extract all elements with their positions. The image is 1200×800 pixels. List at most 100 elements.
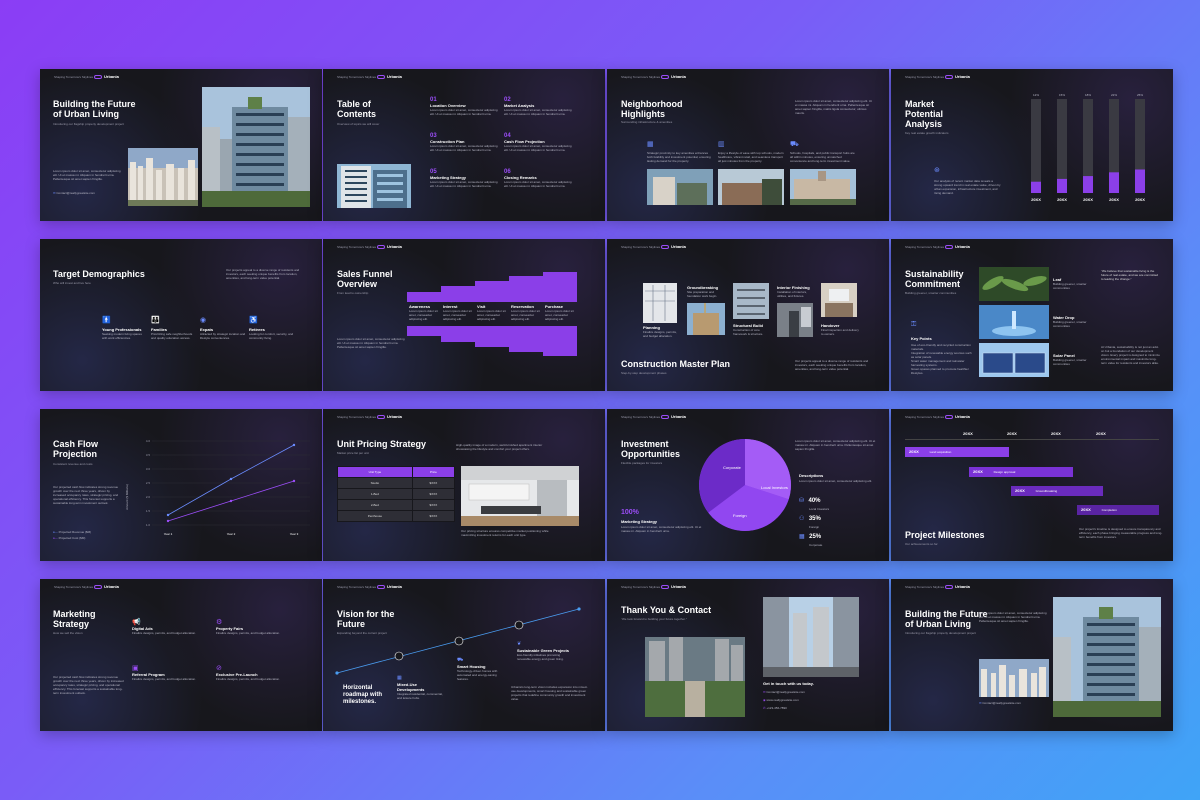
- funnel-bar: [475, 281, 509, 302]
- slide-target-demographics[interactable]: Target Demographics Who will invest and …: [40, 239, 322, 391]
- brand: Urbania: [661, 584, 686, 589]
- plan-step[interactable]: Groundbreaking Site preparation and foun…: [687, 285, 727, 298]
- slide-subtitle: “We look forward to building your future…: [621, 617, 687, 621]
- slide-vision-future[interactable]: Shaping Tomorrow's Skylines Urbania Visi…: [323, 579, 605, 731]
- funnel-stage[interactable]: Awareness Lorem ipsum dolor sit amet, co…: [409, 304, 439, 321]
- structure-image: [733, 283, 769, 319]
- tower-svg: [1053, 597, 1161, 717]
- plan-step[interactable]: Planning Finalize designs, permits, and …: [643, 325, 679, 338]
- funnel-stage[interactable]: Visit Lorem ipsum dolor sit amet, consea…: [477, 304, 507, 321]
- brand-name: Urbania: [955, 244, 970, 249]
- street-skyscrapers-image: [763, 597, 859, 677]
- toc-item[interactable]: 01 Location Overview Lorem ipsum dolor s…: [430, 97, 498, 116]
- item-desc: Finalize designs, permits, and budget al…: [216, 677, 281, 681]
- plan-step[interactable]: Handover Final inspection and delivery t…: [821, 323, 859, 336]
- strategy-item[interactable]: ▣ Referral Program Finalize designs, per…: [132, 665, 208, 681]
- photo-svg: [790, 169, 856, 205]
- slide-investment[interactable]: Shaping Tomorrow's Skylines Urbania Inve…: [607, 409, 889, 561]
- city-skyline-image: [128, 148, 198, 206]
- slide-body: At Urbania, sustainability is not just a…: [1101, 345, 1160, 365]
- building-icon: ▦: [647, 141, 654, 148]
- demographic-group[interactable]: ♿ Retirees Looking for comfort, security…: [249, 317, 295, 340]
- unit-type-cell: Penthouse: [337, 510, 413, 522]
- funnel-stage[interactable]: Reservation Lorem ipsum dolor sit amet, …: [511, 304, 541, 321]
- slide-subtitle: Overview of topics we will cover: [337, 122, 380, 126]
- contact-phone[interactable]: ✆ +123-456-7890: [763, 706, 787, 710]
- demographic-group[interactable]: 👪 Families Prioritizing safe neighborhoo…: [151, 317, 197, 340]
- funnel-stage[interactable]: Interest Lorem ipsum dolor sit amet, con…: [443, 304, 473, 321]
- slide-subtitle: Surrounding infrastructure & amenities: [621, 120, 673, 124]
- sustain-item[interactable]: Solar Panel Building greener, smarter co…: [1053, 353, 1093, 366]
- slide-unit-pricing[interactable]: Shaping Tomorrow's Skylines Urbania Unit…: [323, 409, 605, 561]
- kitchen-interior-image: [461, 466, 579, 526]
- brand-name: Urbania: [387, 414, 402, 419]
- milestone-bar[interactable]: 20XX Groundbreaking: [1011, 486, 1103, 496]
- leaf-image: [979, 267, 1049, 301]
- slide-header: Shaping Tomorrow's Skylines Urbania: [621, 74, 879, 83]
- header-tag: Shaping Tomorrow's Skylines: [905, 415, 945, 419]
- blueprint-image: [643, 283, 677, 323]
- slide-header: Shaping Tomorrow's Skylines Urbania: [621, 244, 879, 253]
- pricing-table: Unit Type Price Studio $XXX 1-Bed $XXX 2-B…: [337, 466, 456, 522]
- table-row[interactable]: 1-Bed $XXX: [337, 488, 456, 500]
- year-label: 20XX: [1007, 431, 1017, 436]
- bar-category-label: 20XX: [1031, 197, 1041, 202]
- toc-item[interactable]: 06 Closing Remarks Lorem ipsum dolor sit…: [504, 169, 572, 188]
- header-tag: Shaping Tomorrow's Skylines: [905, 585, 945, 589]
- funnel-stage[interactable]: Purchase Lorem ipsum dolor sit amet, con…: [545, 304, 575, 321]
- bar-category-label: 20XX: [1135, 197, 1145, 202]
- sustain-item[interactable]: Water Drop Building greener, smarter com…: [1053, 315, 1093, 328]
- slide-header: Shaping Tomorrow's Skylines Urbania: [621, 584, 879, 593]
- investor-pie-chart: Corporate Local Investors Foreign: [699, 439, 791, 531]
- slide-market-potential[interactable]: Shaping Tomorrow's Skylines Urbania Mark…: [891, 69, 1173, 221]
- vision-milestone[interactable]: ❦ Sustainable Green Projects Eco-friendl…: [517, 641, 573, 661]
- slide-project-milestones[interactable]: Shaping Tomorrow's Skylines Urbania 20XX…: [891, 409, 1173, 561]
- table-row[interactable]: Studio $XXX: [337, 477, 456, 489]
- milestone-bar[interactable]: 20XX Land acquisition: [905, 447, 1009, 457]
- brand: Urbania: [945, 414, 970, 419]
- bar: [1083, 176, 1093, 193]
- demographic-group[interactable]: ◉ Expats Attracted by strategic location…: [200, 317, 246, 340]
- plan-step[interactable]: Interior Finishing Installation of inter…: [777, 285, 817, 298]
- strategy-item[interactable]: ⊘ Exclusive Pre-Launch Finalize designs,…: [216, 665, 306, 681]
- slide-construction-plan[interactable]: Shaping Tomorrow's Skylines Urbania Plan…: [607, 239, 889, 391]
- slide-sales-funnel[interactable]: Shaping Tomorrow's Skylines Urbania Sale…: [323, 239, 605, 391]
- slide-thank-you[interactable]: Shaping Tomorrow's Skylines Urbania Than…: [607, 579, 889, 731]
- table-row[interactable]: Penthouse $XXX: [337, 510, 456, 522]
- strategy-item[interactable]: 📢 Digital Ads Finalize designs, permits,…: [132, 619, 208, 635]
- vision-milestone[interactable]: ▦ Mixed-Use Developments Integrated resi…: [397, 675, 443, 700]
- toc-item[interactable]: 02 Market Analysis Lorem ipsum dolor sit…: [504, 97, 572, 116]
- milestone-bar[interactable]: 20XX Completion: [1077, 505, 1159, 515]
- water-drop-image: [979, 305, 1049, 339]
- strategy-item[interactable]: ⚙ Property Fairs Finalize designs, permi…: [216, 619, 306, 635]
- vision-milestone[interactable]: ⛟ Smart Housing Technology-driven homes …: [457, 657, 507, 681]
- funnel-bar: [441, 286, 475, 302]
- bar-label: Completion: [1101, 508, 1117, 512]
- contact-website[interactable]: ◉ www.reallygreatsite.com: [763, 698, 799, 702]
- table-row[interactable]: 2-Bed $XXX: [337, 499, 456, 511]
- megaphone-icon: 📢: [132, 619, 141, 626]
- demographic-group[interactable]: 🚹 Young Professionals Seeking modern liv…: [102, 317, 148, 340]
- slide-table-of-contents[interactable]: Shaping Tomorrow's Skylines Urbania Tabl…: [323, 69, 605, 221]
- solar-panel-image: [979, 343, 1049, 377]
- sustain-item[interactable]: Leaf Building greener, smarter communiti…: [1053, 277, 1093, 290]
- photo-svg: [733, 283, 769, 319]
- bar: [1057, 178, 1067, 193]
- toc-item[interactable]: 04 Cash Flow Projection Lorem ipsum dolo…: [504, 133, 572, 152]
- slide-neighborhood[interactable]: Shaping Tomorrow's Skylines Urbania Neig…: [607, 69, 889, 221]
- toc-item[interactable]: 03 Construction Plan Lorem ipsum dolor s…: [430, 133, 498, 152]
- slide-marketing-strategy[interactable]: Shaping Tomorrow's Skylines Urbania Mark…: [40, 579, 322, 731]
- title-line-2: of Urban Living: [905, 619, 971, 629]
- milestone-bar[interactable]: 20XX Design approval: [969, 467, 1073, 477]
- toc-item[interactable]: 05 Marketing Strategy Lorem ipsum dolor …: [430, 169, 498, 188]
- title-line-1: Building the Future: [905, 609, 988, 619]
- contact-email[interactable]: ✉ Contact@reallygreatsite.com: [763, 690, 805, 694]
- slide-building-future-closing[interactable]: Shaping Tomorrow's Skylines Urbania Buil…: [891, 579, 1173, 731]
- photo-svg: [647, 169, 713, 205]
- big-percent: 100%: [621, 509, 639, 516]
- slide-sustainability[interactable]: Shaping Tomorrow's Skylines Urbania Sust…: [891, 239, 1173, 391]
- plan-step[interactable]: Structural Build Construction of core fr…: [733, 323, 771, 336]
- slide-building-future[interactable]: Shaping Tomorrow's Skylines Urbania Buil…: [40, 69, 322, 221]
- brand-name: Urbania: [387, 74, 402, 79]
- slide-cash-flow[interactable]: Cash Flow Projection Consistent revenue …: [40, 409, 322, 561]
